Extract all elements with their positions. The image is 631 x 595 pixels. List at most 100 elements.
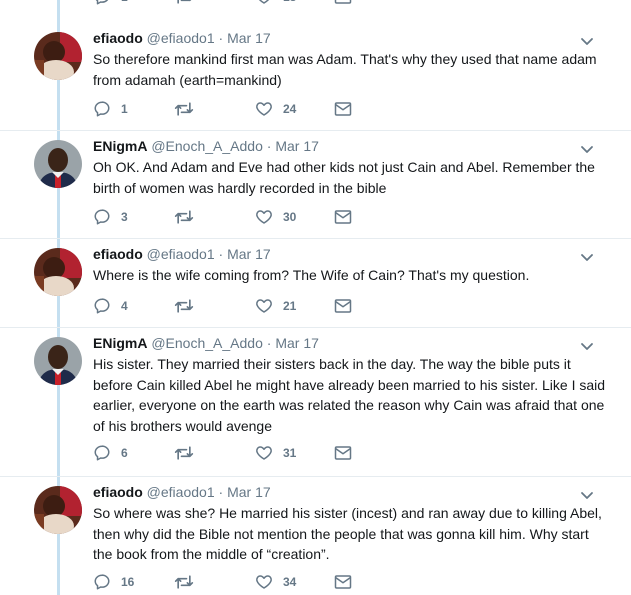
like-count: 21 — [283, 299, 297, 313]
avatar[interactable] — [34, 486, 82, 534]
retweet-button[interactable] — [174, 572, 194, 592]
reply-count: 6 — [121, 446, 128, 460]
heart-icon — [256, 299, 272, 313]
envelope-icon — [334, 0, 352, 4]
timestamp[interactable]: Mar 17 — [275, 335, 319, 351]
chevron-down-icon[interactable] — [580, 34, 594, 48]
direct-message-button[interactable] — [334, 296, 352, 316]
direct-message-button[interactable] — [334, 0, 352, 7]
envelope-icon — [334, 446, 352, 460]
avatar[interactable] — [34, 248, 82, 296]
reply-icon — [94, 574, 110, 590]
retweet-button[interactable] — [174, 0, 194, 7]
tweet-actions: 6 31 — [93, 443, 393, 463]
heart-icon — [256, 210, 272, 224]
reply-button[interactable]: 1 — [93, 0, 128, 7]
reply-icon — [94, 101, 110, 117]
like-count: 31 — [283, 446, 297, 460]
reply-icon — [94, 298, 110, 314]
reply-button[interactable]: 4 — [93, 296, 128, 316]
tweet-header: efiaodo @efiaodo1 · Mar 17 — [93, 29, 271, 47]
chevron-down-icon[interactable] — [580, 250, 594, 264]
like-count: 24 — [283, 102, 297, 116]
tweet[interactable]: efiaodo @efiaodo1 · Mar 17 So therefore … — [0, 22, 631, 131]
user-handle[interactable]: @Enoch_A_Addo — [151, 335, 263, 351]
timestamp[interactable]: Mar 17 — [227, 30, 271, 46]
heart-icon — [256, 446, 272, 460]
reply-count: 4 — [121, 299, 128, 313]
like-button[interactable]: 30 — [255, 207, 296, 227]
chevron-down-icon[interactable] — [580, 488, 594, 502]
timestamp[interactable]: Mar 17 — [227, 246, 271, 262]
envelope-icon — [334, 299, 352, 313]
tweet-header: ENigmA @Enoch_A_Addo · Mar 17 — [93, 137, 319, 155]
like-button[interactable]: 24 — [255, 99, 296, 119]
like-button[interactable]: 21 — [255, 296, 296, 316]
tweet[interactable]: efiaodo @efiaodo1 · Mar 17 So where was … — [0, 476, 631, 595]
avatar[interactable] — [34, 32, 82, 80]
user-handle[interactable]: @Enoch_A_Addo — [151, 138, 263, 154]
like-count: 18 — [283, 0, 296, 4]
retweet-icon — [174, 299, 194, 313]
like-count: 34 — [283, 575, 297, 589]
reply-count: 3 — [121, 210, 128, 224]
direct-message-button[interactable] — [334, 99, 352, 119]
separator: · — [218, 484, 224, 500]
tweet-header: efiaodo @efiaodo1 · Mar 17 — [93, 245, 271, 263]
like-button[interactable]: 31 — [255, 443, 296, 463]
tweet-actions: 4 21 — [93, 296, 393, 316]
retweet-button[interactable] — [174, 443, 194, 463]
tweet-text: So therefore mankind first man was Adam.… — [93, 51, 597, 88]
tweet-text: So where was she? He married his sister … — [93, 505, 602, 562]
reply-icon — [94, 445, 110, 461]
user-handle[interactable]: @efiaodo1 — [147, 30, 215, 46]
direct-message-button[interactable] — [334, 572, 352, 592]
reply-count: 16 — [121, 575, 135, 589]
retweet-button[interactable] — [174, 207, 194, 227]
separator: · — [218, 246, 224, 262]
tweet-actions: 3 30 — [93, 207, 393, 227]
chevron-down-icon[interactable] — [580, 142, 594, 156]
tweet-actions: 16 34 — [93, 572, 393, 592]
retweet-icon — [174, 575, 194, 589]
heart-icon — [256, 575, 272, 589]
direct-message-button[interactable] — [334, 443, 352, 463]
envelope-icon — [334, 575, 352, 589]
display-name[interactable]: efiaodo — [93, 246, 143, 262]
tweet[interactable]: ENigmA @Enoch_A_Addo · Mar 17 Oh OK. And… — [0, 130, 631, 239]
user-handle[interactable]: @efiaodo1 — [147, 484, 215, 500]
avatar[interactable] — [34, 140, 82, 188]
timestamp[interactable]: Mar 17 — [227, 484, 271, 500]
heart-icon — [256, 102, 272, 116]
reply-button[interactable]: 1 — [93, 99, 128, 119]
direct-message-button[interactable] — [334, 207, 352, 227]
tweet[interactable]: efiaodo @efiaodo1 · Mar 17 Where is the … — [0, 238, 631, 328]
chevron-down-icon[interactable] — [580, 339, 594, 353]
retweet-button[interactable] — [174, 296, 194, 316]
reply-button[interactable]: 6 — [93, 443, 128, 463]
tweet-text: Where is the wife coming from? The Wife … — [93, 267, 530, 283]
tweet-header: efiaodo @efiaodo1 · Mar 17 — [93, 483, 271, 501]
display-name[interactable]: ENigmA — [93, 335, 147, 351]
envelope-icon — [334, 102, 352, 116]
user-handle[interactable]: @efiaodo1 — [147, 246, 215, 262]
display-name[interactable]: efiaodo — [93, 30, 143, 46]
reply-icon — [94, 209, 110, 225]
display-name[interactable]: ENigmA — [93, 138, 147, 154]
reply-button[interactable]: 3 — [93, 207, 128, 227]
partial-tweet-actions: 1 18 — [93, 0, 393, 7]
retweet-icon — [174, 446, 194, 460]
reply-count: 1 — [121, 102, 128, 116]
tweet[interactable]: ENigmA @Enoch_A_Addo · Mar 17 His sister… — [0, 327, 631, 477]
reply-count: 1 — [121, 0, 128, 4]
like-button[interactable]: 34 — [255, 572, 296, 592]
like-button[interactable]: 18 — [255, 0, 296, 7]
display-name[interactable]: efiaodo — [93, 484, 143, 500]
reply-icon — [95, 0, 109, 5]
envelope-icon — [334, 210, 352, 224]
retweet-button[interactable] — [174, 99, 194, 119]
timestamp[interactable]: Mar 17 — [275, 138, 319, 154]
heart-icon — [258, 0, 270, 4]
avatar[interactable] — [34, 337, 82, 385]
reply-button[interactable]: 16 — [93, 572, 134, 592]
